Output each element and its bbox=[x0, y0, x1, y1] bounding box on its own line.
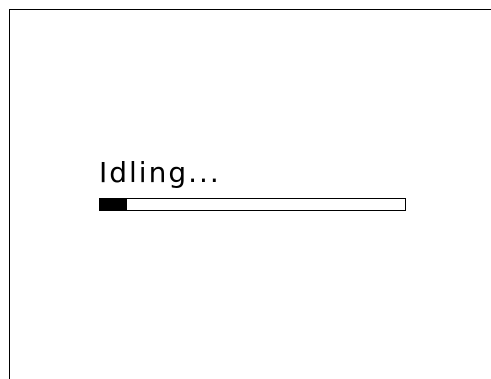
progress-bar-fill bbox=[100, 199, 128, 210]
window-frame bbox=[9, 9, 491, 379]
status-label: Idling... bbox=[99, 156, 221, 189]
progress-bar bbox=[99, 198, 406, 211]
